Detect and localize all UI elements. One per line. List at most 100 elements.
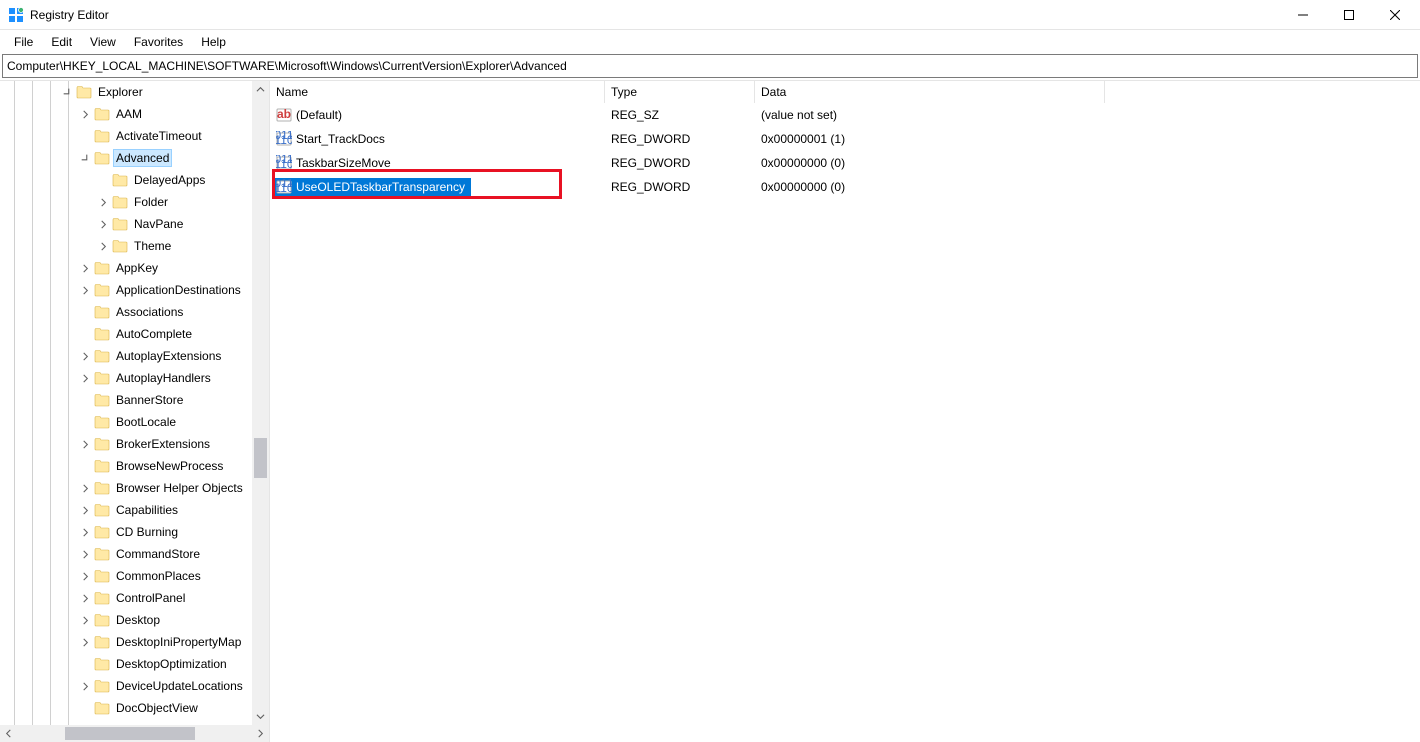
tree-node[interactable]: Capabilities: [0, 499, 252, 521]
tree-node[interactable]: DocObjectView: [0, 697, 252, 719]
address-bar[interactable]: Computer\HKEY_LOCAL_MACHINE\SOFTWARE\Mic…: [2, 54, 1418, 78]
list-row[interactable]: 011110TaskbarSizeMoveREG_DWORD0x00000000…: [270, 151, 1420, 175]
scroll-up-icon[interactable]: [252, 81, 269, 98]
chevron-right-icon[interactable]: [78, 481, 92, 495]
tree-node-label: CommonPlaces: [114, 568, 203, 584]
chevron-right-icon[interactable]: [96, 217, 110, 231]
tree[interactable]: ExplorerAAMActivateTimeout Advanced Delaye…: [0, 81, 252, 725]
scroll-down-icon[interactable]: [252, 708, 269, 725]
chevron-right-icon[interactable]: [78, 679, 92, 693]
chevron-right-icon[interactable]: [78, 569, 92, 583]
column-type[interactable]: Type: [605, 81, 755, 103]
list-row[interactable]: 011110UseOLEDTaskbarTransparencyREG_DWOR…: [270, 175, 1420, 199]
menu-favorites[interactable]: Favorites: [126, 33, 191, 51]
folder-icon: [94, 525, 110, 539]
chevron-down-icon[interactable]: [60, 85, 74, 99]
tree-node-label: ApplicationDestinations: [114, 282, 243, 298]
folder-icon: [112, 239, 128, 253]
menubar: File Edit View Favorites Help: [0, 30, 1420, 54]
folder-icon: [94, 327, 110, 341]
tree-node[interactable]: Folder: [0, 191, 252, 213]
menu-file[interactable]: File: [6, 33, 41, 51]
chevron-right-icon[interactable]: [96, 195, 110, 209]
tree-node[interactable]: AAM: [0, 103, 252, 125]
scroll-left-icon[interactable]: [0, 725, 17, 742]
minimize-button[interactable]: [1280, 0, 1326, 30]
chevron-right-icon[interactable]: [78, 437, 92, 451]
tree-node[interactable]: BrokerExtensions: [0, 433, 252, 455]
tree-node[interactable]: Advanced: [0, 147, 252, 169]
tree-node[interactable]: BrowseNewProcess: [0, 455, 252, 477]
chevron-right-icon[interactable]: [78, 503, 92, 517]
tree-node-label: DesktopIniPropertyMap: [114, 634, 243, 650]
tree-node[interactable]: ControlPanel: [0, 587, 252, 609]
list-row[interactable]: 011110Start_TrackDocsREG_DWORD0x00000001…: [270, 127, 1420, 151]
column-name[interactable]: Name: [270, 81, 605, 103]
tree-node[interactable]: ApplicationDestinations: [0, 279, 252, 301]
tree-node[interactable]: BannerStore: [0, 389, 252, 411]
tree-node[interactable]: DesktopIniPropertyMap: [0, 631, 252, 653]
tree-hscroll[interactable]: [0, 725, 269, 742]
tree-node-label: Advanced: [114, 150, 171, 166]
scroll-right-icon[interactable]: [252, 725, 269, 742]
vscroll-track[interactable]: [252, 98, 269, 708]
tree-node[interactable]: NavPane: [0, 213, 252, 235]
vscroll-thumb[interactable]: [254, 438, 267, 478]
tree-node[interactable]: AutoComplete: [0, 323, 252, 345]
list-panel: Name Type Data ab(Default)REG_SZ(value n…: [270, 81, 1420, 742]
chevron-right-icon[interactable]: [78, 349, 92, 363]
expander-none: [78, 657, 92, 671]
folder-icon: [94, 371, 110, 385]
hscroll-thumb[interactable]: [65, 727, 195, 740]
tree-node[interactable]: DelayedApps: [0, 169, 252, 191]
chevron-right-icon[interactable]: [78, 591, 92, 605]
maximize-button[interactable]: [1326, 0, 1372, 30]
menu-view[interactable]: View: [82, 33, 124, 51]
tree-node[interactable]: DeviceUpdateLocations: [0, 675, 252, 697]
folder-icon: [94, 107, 110, 121]
list-body[interactable]: ab(Default)REG_SZ(value not set)011110St…: [270, 103, 1420, 742]
tree-node[interactable]: CommandStore: [0, 543, 252, 565]
cell-name: ab(Default): [270, 107, 605, 123]
svg-text:110: 110: [276, 181, 292, 195]
tree-node[interactable]: Associations: [0, 301, 252, 323]
tree-node[interactable]: ActivateTimeout: [0, 125, 252, 147]
chevron-right-icon[interactable]: [78, 613, 92, 627]
tree-node-label: BannerStore: [114, 392, 185, 408]
chevron-right-icon[interactable]: [96, 239, 110, 253]
chevron-right-icon[interactable]: [78, 547, 92, 561]
tree-node[interactable]: Theme: [0, 235, 252, 257]
chevron-right-icon[interactable]: [78, 525, 92, 539]
tree-node[interactable]: Browser Helper Objects: [0, 477, 252, 499]
chevron-right-icon[interactable]: [78, 261, 92, 275]
tree-node[interactable]: AutoplayExtensions: [0, 345, 252, 367]
tree-node[interactable]: CommonPlaces: [0, 565, 252, 587]
tree-node-label: Browser Helper Objects: [114, 480, 245, 496]
menu-edit[interactable]: Edit: [43, 33, 80, 51]
chevron-right-icon[interactable]: [78, 107, 92, 121]
tree-node-label: NavPane: [132, 216, 185, 232]
chevron-right-icon[interactable]: [78, 283, 92, 297]
tree-node[interactable]: Explorer: [0, 81, 252, 103]
tree-node[interactable]: AutoplayHandlers: [0, 367, 252, 389]
folder-icon: [94, 635, 110, 649]
folder-icon: [94, 503, 110, 517]
tree-node[interactable]: AppKey: [0, 257, 252, 279]
chevron-right-icon[interactable]: [78, 635, 92, 649]
hscroll-track[interactable]: [17, 725, 252, 742]
tree-vscroll[interactable]: [252, 81, 269, 725]
column-data[interactable]: Data: [755, 81, 1105, 103]
tree-node-label: BootLocale: [114, 414, 178, 430]
chevron-right-icon[interactable]: [78, 371, 92, 385]
cell-data: 0x00000000 (0): [755, 180, 1105, 194]
tree-node[interactable]: DesktopOptimization: [0, 653, 252, 675]
tree-node[interactable]: CD Burning: [0, 521, 252, 543]
list-row[interactable]: ab(Default)REG_SZ(value not set): [270, 103, 1420, 127]
tree-node[interactable]: BootLocale: [0, 411, 252, 433]
chevron-down-icon[interactable]: [78, 151, 92, 165]
tree-node[interactable]: Desktop: [0, 609, 252, 631]
close-button[interactable]: [1372, 0, 1418, 30]
tree-node-label: Desktop: [114, 612, 162, 628]
menu-help[interactable]: Help: [193, 33, 234, 51]
tree-node-label: ControlPanel: [114, 590, 187, 606]
